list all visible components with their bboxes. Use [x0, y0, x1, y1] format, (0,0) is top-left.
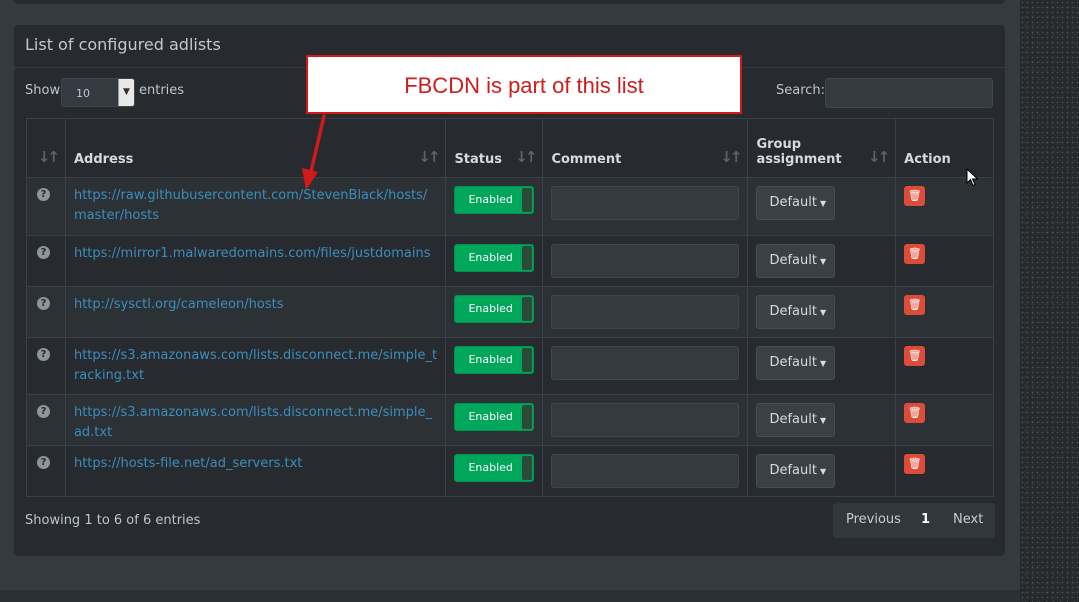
trash-icon[interactable]: 🗑 — [904, 244, 926, 264]
table-row: ? https://s3.amazonaws.com/lists.disconn… — [26, 337, 994, 395]
status-toggle[interactable]: Enabled — [454, 403, 535, 431]
column-header-comment[interactable]: Comment ↓↑ — [542, 118, 749, 178]
comment-input[interactable] — [551, 186, 740, 220]
page-1-button[interactable]: 1 — [921, 512, 930, 527]
table-row: ? https://mirror1.malwaredomains.com/fil… — [26, 235, 994, 287]
table-row: ? https://hosts-file.net/ad_servers.txt … — [26, 445, 994, 497]
sort-icon: ↓↑ — [515, 148, 537, 166]
caret-down-icon: ▼ — [819, 257, 827, 266]
trash-icon[interactable]: 🗑 — [904, 346, 926, 366]
next-page-button[interactable]: Next — [953, 512, 983, 527]
comment-input[interactable] — [551, 454, 740, 488]
status-toggle[interactable]: Enabled — [454, 186, 535, 214]
status-toggle[interactable]: Enabled — [454, 346, 535, 374]
group-assignment-dropdown[interactable]: Default ▼ — [756, 346, 836, 380]
trash-icon[interactable]: 🗑 — [904, 295, 926, 315]
adlist-address-link[interactable]: https://s3.amazonaws.com/lists.disconnec… — [74, 346, 437, 386]
table-info: Showing 1 to 6 of 6 entries — [25, 513, 201, 528]
trash-icon[interactable]: 🗑 — [904, 186, 926, 206]
group-assignment-dropdown[interactable]: Default ▼ — [756, 186, 836, 220]
pagination: Previous 1 Next — [833, 503, 995, 538]
adlist-address-link[interactable]: https://hosts-file.net/ad_servers.txt — [74, 454, 437, 474]
adlist-address-link[interactable]: https://mirror1.malwaredomains.com/files… — [74, 244, 437, 264]
previous-page-button[interactable]: Previous — [846, 512, 901, 527]
search-input[interactable] — [825, 78, 993, 108]
table-row: ? https://raw.githubusercontent.com/Stev… — [26, 177, 994, 236]
annotation-callout: FBCDN is part of this list — [306, 55, 742, 114]
adlists-table: ↓↑ Address ↓↑ Status ↓↑ Comment ↓↑ Group ass… — [26, 118, 994, 497]
caret-down-icon: ▼ — [819, 416, 827, 425]
page-length-select[interactable]: 10 ▼ — [61, 78, 135, 107]
show-label: Show — [25, 83, 61, 98]
adlist-address-link[interactable]: http://sysctl.org/cameleon/hosts — [74, 295, 437, 315]
table-row: ? https://s3.amazonaws.com/lists.disconn… — [26, 394, 994, 446]
caret-down-icon: ▼ — [819, 308, 827, 317]
sort-icon: ↓↑ — [37, 148, 60, 166]
sort-icon: ↓↑ — [720, 148, 742, 166]
question-circle-icon[interactable]: ? — [37, 297, 50, 310]
column-header-address[interactable]: Address ↓↑ — [64, 118, 447, 178]
comment-input[interactable] — [551, 244, 740, 278]
trash-icon[interactable]: 🗑 — [904, 454, 926, 474]
sort-icon: ↓↑ — [418, 148, 440, 166]
question-circle-icon[interactable]: ? — [37, 405, 50, 418]
column-header-group[interactable]: Group assignment ↓↑ — [747, 118, 897, 178]
page-length-value: 10 — [76, 87, 90, 100]
entries-label: entries — [139, 83, 185, 98]
status-toggle[interactable]: Enabled — [454, 244, 535, 272]
annotation-arrow — [302, 114, 326, 190]
background-desktop-strip — [1020, 0, 1079, 602]
table-row: ? http://sysctl.org/cameleon/hosts Enabl… — [26, 286, 994, 338]
caret-down-icon: ▼ — [819, 467, 827, 476]
sort-icon: ↓↑ — [868, 148, 890, 166]
mouse-cursor-icon — [966, 168, 979, 187]
question-circle-icon[interactable]: ? — [37, 188, 50, 201]
group-assignment-dropdown[interactable]: Default ▼ — [756, 244, 836, 278]
question-circle-icon[interactable]: ? — [37, 456, 50, 469]
column-header-status[interactable]: Status ↓↑ — [445, 118, 544, 178]
trash-icon[interactable]: 🗑 — [904, 403, 926, 423]
column-header-id[interactable]: ↓↑ — [26, 118, 66, 178]
status-toggle[interactable]: Enabled — [454, 295, 535, 323]
search-label: Search: — [776, 83, 826, 98]
caret-down-icon: ▼ — [819, 359, 827, 368]
group-assignment-dropdown[interactable]: Default ▼ — [756, 403, 836, 437]
caret-down-icon: ▼ — [819, 199, 827, 208]
comment-input[interactable] — [551, 346, 740, 380]
comment-input[interactable] — [551, 403, 740, 437]
adlist-address-link[interactable]: https://s3.amazonaws.com/lists.disconnec… — [74, 403, 437, 443]
chevron-down-icon[interactable]: ▼ — [118, 79, 134, 106]
status-toggle[interactable]: Enabled — [454, 454, 535, 482]
comment-input[interactable] — [551, 295, 740, 329]
question-circle-icon[interactable]: ? — [37, 348, 50, 361]
previous-panel-edge — [14, 0, 1005, 4]
group-assignment-dropdown[interactable]: Default ▼ — [756, 454, 836, 488]
group-assignment-dropdown[interactable]: Default ▼ — [756, 295, 836, 329]
question-circle-icon[interactable]: ? — [37, 246, 50, 259]
adlist-address-link[interactable]: https://raw.githubusercontent.com/Steven… — [74, 186, 437, 226]
footer-bar — [0, 590, 1020, 602]
table-header-row: ↓↑ Address ↓↑ Status ↓↑ Comment ↓↑ Group ass… — [26, 118, 994, 178]
